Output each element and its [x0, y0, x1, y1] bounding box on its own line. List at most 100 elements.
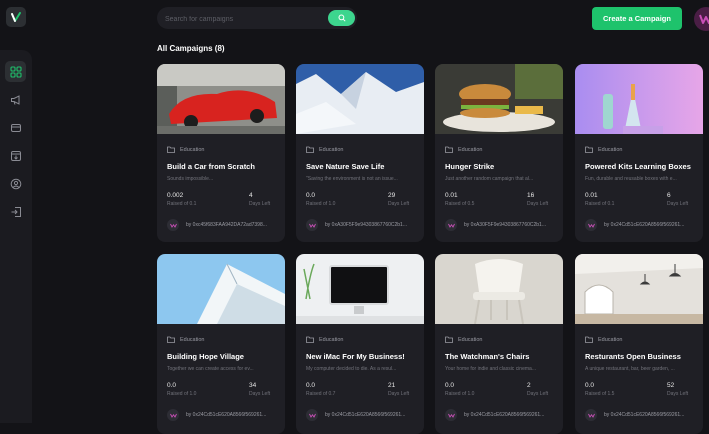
owner-avatar: [585, 219, 597, 231]
avatar-logo-icon: [699, 14, 709, 24]
days-left: 4: [249, 192, 253, 199]
sidebar-item-campaigns[interactable]: [5, 89, 26, 110]
campaign-image: [157, 254, 285, 324]
category-label: Education: [458, 146, 483, 153]
amount-collected: 0.0: [445, 382, 455, 389]
profile-icon: [10, 178, 21, 189]
campaign-title: Save Nature Save Life: [306, 162, 385, 171]
raised-label: Raised of 1.5: [585, 391, 615, 397]
campaign-description: Fun, durable and reusable boxes with e..…: [585, 176, 677, 182]
sidebar-item-payment[interactable]: [5, 117, 26, 138]
sidebar-item-withdraw[interactable]: [5, 145, 26, 166]
raised-label: Raised of 0.1: [585, 201, 615, 207]
campaign-description: Sounds impossible...: [167, 176, 214, 182]
dashboard-icon: [9, 65, 22, 78]
amount-collected: 0.01: [585, 192, 598, 199]
amount-collected: 0.0: [585, 382, 595, 389]
owner-logo-icon: [169, 413, 177, 418]
campaign-owner: by 0x24Cd51cE620A8566f569261...: [325, 412, 406, 418]
category-label: Education: [180, 146, 205, 153]
sidebar-item-profile[interactable]: [5, 173, 26, 194]
campaign-description: My computer decided to die. As a resul..…: [306, 366, 397, 372]
category: Education: [585, 336, 622, 343]
campaign-description: Together we can create access for ev...: [167, 366, 254, 372]
category: Education: [167, 336, 204, 343]
sidebar-item-dashboard[interactable]: [5, 61, 26, 82]
folder-icon: [306, 336, 314, 343]
campaign-card[interactable]: Education Hunger Strike Just another ran…: [435, 64, 563, 242]
campaign-card[interactable]: Education Build a Car from Scratch Sound…: [157, 64, 285, 242]
days-left-label: Days Left: [249, 391, 271, 397]
amount-collected: 0.0: [306, 382, 316, 389]
create-campaign-button[interactable]: Create a Campaign: [592, 7, 682, 30]
owner-logo-icon: [308, 223, 316, 228]
days-left: 21: [388, 382, 396, 389]
campaign-description: Your home for indie and classic cinema..…: [445, 366, 536, 372]
days-left: 16: [527, 192, 535, 199]
profile-avatar[interactable]: [694, 7, 709, 31]
campaign-owner: by 0x24Cd51cE620A8566f569261...: [604, 222, 685, 228]
search-button[interactable]: [328, 10, 355, 26]
campaign-title: Hunger Strike: [445, 162, 495, 171]
payment-icon: [10, 123, 21, 132]
days-left-label: Days Left: [527, 201, 549, 207]
search-input[interactable]: [163, 11, 327, 27]
amount-collected: 0.0: [306, 192, 316, 199]
campaign-description: A unique restaurant, bar, beer garden, .…: [585, 366, 675, 372]
campaign-card[interactable]: Education New iMac For My Business! My c…: [296, 254, 424, 434]
campaign-image: [296, 64, 424, 134]
days-left-label: Days Left: [667, 201, 689, 207]
category: Education: [306, 336, 343, 343]
megaphone-icon: [10, 94, 19, 105]
raised-label: Raised of 0.5: [445, 201, 475, 207]
days-left: 34: [249, 382, 257, 389]
campaign-image: [435, 64, 563, 134]
amount-collected: 0.01: [445, 192, 458, 199]
category: Education: [306, 146, 343, 153]
campaign-title: Powered Kits Learning Boxes: [585, 162, 691, 171]
owner-avatar: [306, 219, 318, 231]
campaign-owner: by 0xA30F5F9e94303867760C2b1...: [325, 222, 408, 228]
category-label: Education: [180, 336, 205, 343]
days-left-label: Days Left: [388, 201, 410, 207]
days-left-label: Days Left: [388, 391, 410, 397]
logout-icon: [11, 206, 21, 217]
campaign-title: The Watchman's Chairs: [445, 352, 530, 361]
amount-collected: 0.0: [167, 382, 177, 389]
campaign-owner: by 0xA30F5F9e94303867760C2b1...: [464, 222, 547, 228]
page-title: All Campaigns (8): [157, 44, 225, 53]
raised-label: Raised of 1.0: [167, 391, 197, 397]
app-logo[interactable]: [6, 7, 26, 27]
raised-label: Raised of 1.0: [306, 201, 336, 207]
owner-logo-icon: [447, 223, 455, 228]
raised-label: Raised of 0.7: [306, 391, 336, 397]
campaign-title: Build a Car from Scratch: [167, 162, 255, 171]
days-left: 29: [388, 192, 396, 199]
sidebar-item-logout[interactable]: [5, 201, 26, 222]
category-label: Education: [598, 146, 623, 153]
campaign-card[interactable]: Education Save Nature Save Life "Saving …: [296, 64, 424, 242]
campaign-owner: by 0x24Cd51cE620A8566f569261...: [464, 412, 545, 418]
campaign-title: Resturants Open Business: [585, 352, 681, 361]
owner-logo-icon: [587, 223, 595, 228]
owner-logo-icon: [447, 413, 455, 418]
campaign-description: "Saving the environment is not an issue.…: [306, 176, 398, 182]
folder-icon: [167, 146, 175, 153]
category: Education: [585, 146, 622, 153]
withdraw-icon: [10, 150, 21, 161]
owner-logo-icon: [308, 413, 316, 418]
amount-collected: 0.002: [167, 192, 184, 199]
folder-icon: [445, 146, 453, 153]
raised-label: Raised of 0.1: [167, 201, 197, 207]
days-left: 52: [667, 382, 675, 389]
owner-logo-icon: [169, 223, 177, 228]
search-icon: [338, 14, 346, 22]
owner-avatar: [585, 409, 597, 421]
campaign-card[interactable]: Education Powered Kits Learning Boxes Fu…: [575, 64, 703, 242]
campaign-image: [575, 64, 703, 134]
logo-icon: [11, 12, 21, 22]
campaign-card[interactable]: Education The Watchman's Chairs Your hom…: [435, 254, 563, 434]
campaign-card[interactable]: Education Resturants Open Business A uni…: [575, 254, 703, 434]
campaign-image: [157, 64, 285, 134]
campaign-card[interactable]: Education Building Hope Village Together…: [157, 254, 285, 434]
